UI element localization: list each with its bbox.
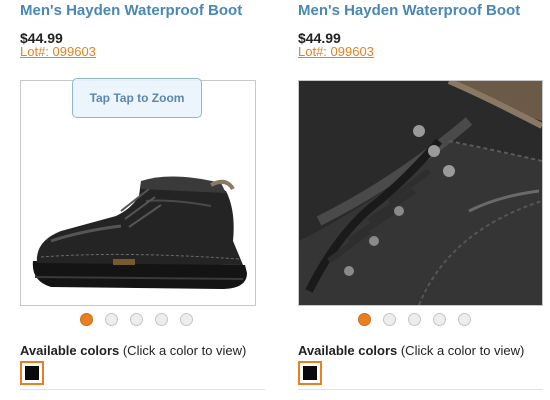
product-card-1: Men's Hayden Waterproof Boot $44.99 Lot#… [20, 0, 270, 400]
available-colors-hint: (Click a color to view) [397, 343, 525, 358]
available-colors-label: Available colors (Click a color to view) [20, 343, 246, 358]
product-card-2: Men's Hayden Waterproof Boot $44.99 Lot#… [298, 0, 548, 400]
available-colors-label: Available colors (Click a color to view) [298, 343, 524, 358]
product-image[interactable] [298, 80, 543, 306]
available-colors-hint: (Click a color to view) [119, 343, 247, 358]
lot-number-link[interactable]: Lot#: 099603 [20, 44, 96, 59]
swatch-fill [303, 366, 317, 380]
color-swatch-black[interactable] [298, 361, 322, 385]
carousel-dot-2[interactable] [105, 313, 118, 326]
carousel-dot-1[interactable] [358, 313, 371, 326]
product-title[interactable]: Men's Hayden Waterproof Boot [298, 2, 520, 19]
lot-number-link[interactable]: Lot#: 099603 [298, 44, 374, 59]
color-swatch-black[interactable] [20, 361, 44, 385]
tap-to-zoom-hint[interactable]: Tap Tap to Zoom [72, 78, 202, 118]
carousel-dot-2[interactable] [383, 313, 396, 326]
swatch-fill [25, 366, 39, 380]
divider [298, 389, 543, 390]
carousel-dot-3[interactable] [130, 313, 143, 326]
carousel-dot-5[interactable] [180, 313, 193, 326]
carousel-dot-4[interactable] [433, 313, 446, 326]
available-colors-heading: Available colors [20, 343, 120, 358]
product-title[interactable]: Men's Hayden Waterproof Boot [20, 2, 242, 19]
carousel-dot-4[interactable] [155, 313, 168, 326]
available-colors-heading: Available colors [298, 343, 398, 358]
carousel-dot-5[interactable] [458, 313, 471, 326]
carousel-dot-1[interactable] [80, 313, 93, 326]
carousel-dot-3[interactable] [408, 313, 421, 326]
boot-closeup-image [299, 81, 542, 305]
divider [20, 389, 265, 390]
